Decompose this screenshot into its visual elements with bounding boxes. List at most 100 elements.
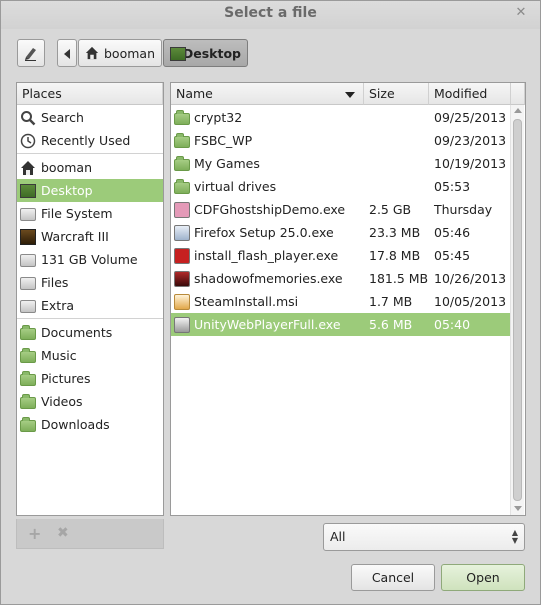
file-name: UnityWebPlayerFull.exe	[194, 317, 341, 332]
scrollbar-thumb[interactable]	[513, 119, 522, 501]
game-disc-icon	[20, 228, 36, 245]
file-name: virtual drives	[194, 179, 277, 194]
sidebar-item-label: Warcraft III	[41, 229, 109, 244]
sidebar-item-warcraft-iii[interactable]: Warcraft III	[17, 225, 163, 248]
desktop-icon	[170, 46, 186, 61]
sidebar-item-label: Desktop	[41, 183, 93, 198]
table-row[interactable]: virtual drives 05:53	[171, 175, 510, 198]
sidebar-item-search[interactable]: Search	[17, 106, 163, 129]
column-header-corner	[511, 83, 525, 105]
close-icon[interactable]: ✕	[514, 6, 528, 20]
table-row[interactable]: My Games 10/19/2013	[171, 152, 510, 175]
open-button[interactable]: Open	[441, 564, 525, 591]
sidebar-item-files[interactable]: Files	[17, 271, 163, 294]
column-header-name[interactable]: Name	[171, 83, 364, 105]
table-row[interactable]: SteamInstall.msi 1.7 MB 10/05/2013	[171, 290, 510, 313]
sidebar-item-label: File System	[41, 206, 113, 221]
pictures-folder-icon	[20, 370, 36, 387]
sidebar-item-music[interactable]: Music	[17, 344, 163, 367]
remove-bookmark-icon[interactable]: ✖	[57, 525, 69, 541]
column-header-modified[interactable]: Modified	[429, 83, 511, 105]
table-row[interactable]: install_flash_player.exe 17.8 MB 05:45	[171, 244, 510, 267]
sidebar-item-label: Documents	[41, 325, 113, 340]
table-row[interactable]: FSBC_WP 09/23/2013	[171, 129, 510, 152]
installer-icon	[174, 224, 190, 241]
music-folder-icon	[20, 347, 36, 364]
separator	[17, 318, 163, 319]
file-modified: Thursday	[434, 202, 493, 217]
file-name: CDFGhostshipDemo.exe	[194, 202, 346, 217]
file-modified: 10/26/2013	[434, 271, 507, 286]
scroll-up-icon[interactable]	[514, 108, 522, 113]
sidebar-item-label: Recently Used	[41, 133, 131, 148]
sidebar-item-pictures[interactable]: Pictures	[17, 367, 163, 390]
file-modified: 05:46	[434, 225, 471, 240]
sidebar-item-desktop[interactable]: Desktop	[17, 179, 163, 202]
file-size: 181.5 MB	[369, 271, 429, 286]
breadcrumb-desktop[interactable]: Desktop	[163, 39, 248, 67]
sidebar-item-label: Videos	[41, 394, 83, 409]
file-name: crypt32	[194, 110, 243, 125]
add-bookmark-icon[interactable]: +	[28, 524, 41, 543]
cancel-button[interactable]: Cancel	[351, 564, 435, 591]
places-header: Places	[17, 83, 163, 105]
sidebar-item-file-system[interactable]: File System	[17, 202, 163, 225]
breadcrumb-home[interactable]: booman	[78, 39, 162, 67]
breadcrumb-label: Desktop	[182, 45, 241, 61]
home-icon	[20, 160, 36, 176]
table-row[interactable]: crypt32 09/25/2013	[171, 106, 510, 129]
column-header-size[interactable]: Size	[364, 83, 429, 105]
folder-icon	[174, 178, 190, 195]
folder-icon	[174, 155, 190, 172]
file-filter-select[interactable]: All ▲ ▼	[323, 523, 525, 551]
sidebar-item-label: Music	[41, 348, 77, 363]
sidebar-item-131gb-volume[interactable]: 131 GB Volume	[17, 248, 163, 271]
separator	[17, 153, 163, 154]
file-modified: 10/05/2013	[434, 294, 507, 309]
sidebar-item-documents[interactable]: Documents	[17, 321, 163, 344]
file-list: Name Size Modified crypt32 09/25/2013 FS…	[170, 82, 526, 516]
vertical-scrollbar[interactable]	[510, 105, 524, 515]
sidebar-item-label: booman	[41, 160, 92, 175]
chevron-left-icon	[64, 49, 70, 59]
folder-icon	[174, 132, 190, 149]
sidebar-item-label: Downloads	[41, 417, 110, 432]
path-back-button[interactable]	[57, 39, 77, 67]
file-size: 1.7 MB	[369, 294, 413, 309]
dialog-title: Select a file	[224, 5, 317, 21]
table-row[interactable]: Firefox Setup 25.0.exe 23.3 MB 05:46	[171, 221, 510, 244]
table-row-selected[interactable]: UnityWebPlayerFull.exe 5.6 MB 05:40	[171, 313, 510, 336]
file-name: My Games	[194, 156, 260, 171]
desktop-icon	[20, 183, 36, 199]
sort-descending-icon	[345, 92, 355, 98]
drive-icon	[20, 275, 36, 291]
updown-arrows-icon: ▲ ▼	[511, 528, 518, 545]
exe-icon	[174, 201, 190, 218]
sidebar-item-extra[interactable]: Extra	[17, 294, 163, 317]
sidebar-item-home[interactable]: booman	[17, 156, 163, 179]
table-row[interactable]: shadowofmemories.exe 181.5 MB 10/26/2013	[171, 267, 510, 290]
flash-icon	[174, 247, 190, 264]
drive-icon	[20, 206, 36, 222]
filter-value: All	[330, 529, 346, 544]
sidebar-item-downloads[interactable]: Downloads	[17, 413, 163, 436]
search-icon	[20, 110, 36, 126]
drive-icon	[20, 252, 36, 268]
file-modified: 05:53	[434, 179, 471, 194]
file-name: FSBC_WP	[194, 133, 253, 148]
table-row[interactable]: CDFGhostshipDemo.exe 2.5 GB Thursday	[171, 198, 510, 221]
folder-icon	[174, 109, 190, 126]
file-name: install_flash_player.exe	[194, 248, 339, 263]
unity-icon	[174, 316, 190, 333]
sidebar-item-label: Search	[41, 110, 84, 125]
sidebar-item-label: 131 GB Volume	[41, 252, 138, 267]
type-location-button[interactable]	[17, 39, 45, 67]
sidebar-item-videos[interactable]: Videos	[17, 390, 163, 413]
file-size: 5.6 MB	[369, 317, 413, 332]
sidebar-item-recently-used[interactable]: Recently Used	[17, 129, 163, 152]
file-modified: 05:45	[434, 248, 471, 263]
scroll-down-icon[interactable]	[514, 506, 522, 511]
folder-icon	[20, 324, 36, 341]
breadcrumb-label: booman	[104, 45, 155, 61]
title-bar: Select a file ✕	[1, 1, 540, 29]
